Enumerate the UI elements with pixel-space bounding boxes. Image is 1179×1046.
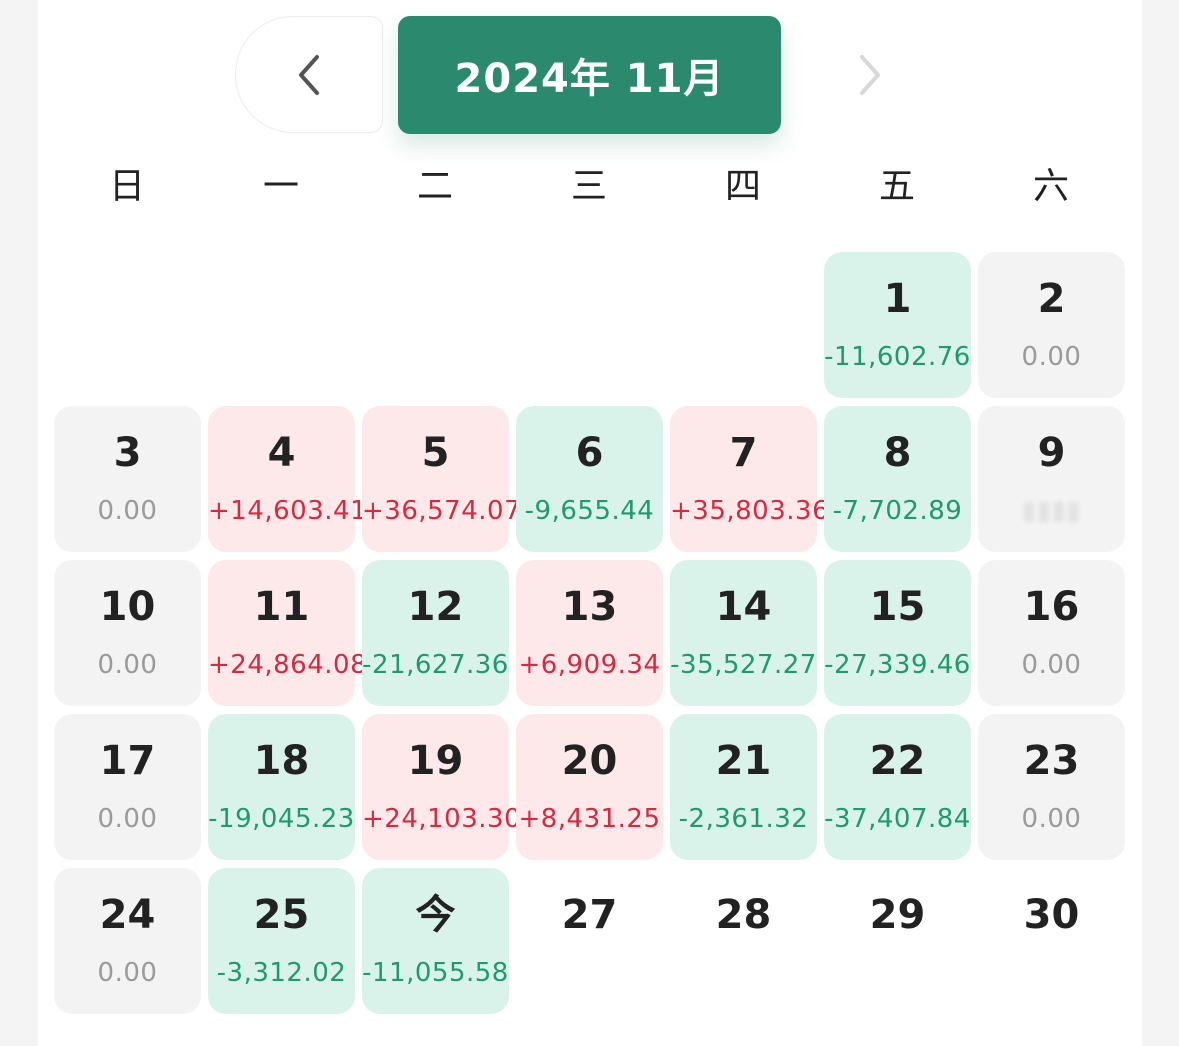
calendar-day[interactable]: 5 +36,574.07 <box>362 406 522 552</box>
day-pnl-value: +24,864.08 <box>208 650 368 680</box>
day-pnl-value: 0.00 <box>97 958 158 988</box>
day-number: 30 <box>1023 892 1080 938</box>
calendar-day[interactable]: 8 -7,702.89 <box>824 406 971 552</box>
day-pnl-value: -27,339.46 <box>824 650 971 680</box>
day-number: 15 <box>869 584 926 630</box>
day-number: 17 <box>99 738 156 784</box>
calendar-day[interactable]: 25 -3,312.02 <box>208 868 355 1014</box>
day-number: 13 <box>561 584 618 630</box>
calendar-day[interactable]: 15 -27,339.46 <box>824 560 971 706</box>
day-number: 6 <box>575 430 604 476</box>
calendar-day[interactable]: 24 0.00 <box>54 868 201 1014</box>
day-number: 4 <box>267 430 296 476</box>
day-pnl-value: 0.00 <box>97 496 158 526</box>
day-pnl-value: -21,627.36 <box>362 650 509 680</box>
calendar-day[interactable]: 12 -21,627.36 <box>362 560 509 706</box>
day-pnl-value: 0.00 <box>1021 804 1082 834</box>
day-number: 今 <box>415 892 456 938</box>
day-number: 22 <box>869 738 926 784</box>
calendar-day[interactable]: 4 +14,603.41 <box>208 406 368 552</box>
day-number: 23 <box>1023 738 1080 784</box>
calendar-day[interactable]: 9 ▮▮▮▮ <box>978 406 1125 552</box>
calendar-day[interactable]: 16 0.00 <box>978 560 1125 706</box>
day-pnl-value: +8,431.25 <box>518 804 661 834</box>
day-number: 20 <box>561 738 618 784</box>
day-number: 16 <box>1023 584 1080 630</box>
day-pnl-value: -35,527.27 <box>670 650 817 680</box>
day-pnl-value: -7,702.89 <box>832 496 963 526</box>
day-number: 18 <box>253 738 310 784</box>
day-number: 1 <box>883 276 912 322</box>
day-pnl-value: 0.00 <box>1021 342 1082 372</box>
weekday-label: 二 <box>416 166 453 207</box>
day-number: 29 <box>869 892 926 938</box>
day-number: 9 <box>1037 430 1066 476</box>
chevron-right-icon <box>860 54 880 95</box>
day-pnl-value: +35,803.36 <box>670 496 830 526</box>
prev-month-button[interactable] <box>235 16 383 133</box>
month-title[interactable]: 2024年 11月 <box>398 16 781 134</box>
day-pnl-value: +6,909.34 <box>518 650 661 680</box>
day-number: 7 <box>729 430 758 476</box>
weekday-label: 三 <box>570 166 607 207</box>
weekday-label: 六 <box>1032 166 1069 207</box>
day-pnl-value: +24,103.30 <box>362 804 522 834</box>
day-number: 21 <box>715 738 772 784</box>
calendar-day[interactable]: 6 -9,655.44 <box>516 406 663 552</box>
day-number: 14 <box>715 584 772 630</box>
calendar-day[interactable]: 13 +6,909.34 <box>516 560 663 706</box>
calendar-day[interactable]: 28 <box>670 868 817 1014</box>
day-pnl-value: -11,055.58 <box>362 958 509 988</box>
day-number: 5 <box>421 430 450 476</box>
day-number: 10 <box>99 584 156 630</box>
calendar-day[interactable]: 10 0.00 <box>54 560 201 706</box>
weekday-label: 一 <box>262 166 299 207</box>
day-number: 24 <box>99 892 156 938</box>
calendar-day[interactable]: 3 0.00 <box>54 406 201 552</box>
day-pnl-value: -37,407.84 <box>824 804 971 834</box>
day-pnl-value: +36,574.07 <box>362 496 522 526</box>
calendar-day[interactable]: 11 +24,864.08 <box>208 560 368 706</box>
calendar-day[interactable]: 21 -2,361.32 <box>670 714 817 860</box>
day-number: 2 <box>1037 276 1066 322</box>
calendar-day[interactable]: 23 0.00 <box>978 714 1125 860</box>
calendar-day[interactable]: 2 0.00 <box>978 252 1125 398</box>
calendar-day[interactable]: 27 <box>516 868 663 1014</box>
day-number: 27 <box>561 892 618 938</box>
day-number: 8 <box>883 430 912 476</box>
day-pnl-value: 0.00 <box>97 804 158 834</box>
calendar-day[interactable]: 7 +35,803.36 <box>670 406 830 552</box>
day-number: 28 <box>715 892 772 938</box>
calendar-day-today[interactable]: 今 -11,055.58 <box>362 868 509 1014</box>
calendar-day[interactable]: 22 -37,407.84 <box>824 714 971 860</box>
calendar-day[interactable]: 17 0.00 <box>54 714 201 860</box>
day-pnl-value: -9,655.44 <box>524 496 655 526</box>
chevron-left-icon <box>299 54 319 95</box>
day-number: 11 <box>253 584 310 630</box>
day-number: 19 <box>407 738 464 784</box>
day-number: 25 <box>253 892 310 938</box>
day-pnl-value: -19,045.23 <box>208 804 355 834</box>
day-number: 3 <box>113 430 142 476</box>
day-pnl-value: 0.00 <box>1021 650 1082 680</box>
calendar-day[interactable]: 29 <box>824 868 971 1014</box>
next-month-button[interactable] <box>820 16 920 133</box>
day-pnl-value: -3,312.02 <box>216 958 347 988</box>
calendar-day[interactable]: 18 -19,045.23 <box>208 714 355 860</box>
weekday-label: 日 <box>108 166 145 207</box>
day-pnl-value: 0.00 <box>97 650 158 680</box>
day-pnl-value: -11,602.76 <box>824 342 971 372</box>
calendar-day[interactable]: 30 <box>978 868 1125 1014</box>
calendar-day[interactable]: 19 +24,103.30 <box>362 714 522 860</box>
weekday-label: 四 <box>724 166 761 207</box>
day-pnl-blurred: ▮▮▮▮ <box>1021 496 1082 526</box>
calendar-day[interactable]: 20 +8,431.25 <box>516 714 663 860</box>
day-pnl-value: +14,603.41 <box>208 496 368 526</box>
calendar-day[interactable]: 14 -35,527.27 <box>670 560 817 706</box>
calendar-day[interactable]: 1 -11,602.76 <box>824 252 971 398</box>
day-number: 12 <box>407 584 464 630</box>
weekday-label: 五 <box>878 166 915 207</box>
day-pnl-value: -2,361.32 <box>678 804 809 834</box>
